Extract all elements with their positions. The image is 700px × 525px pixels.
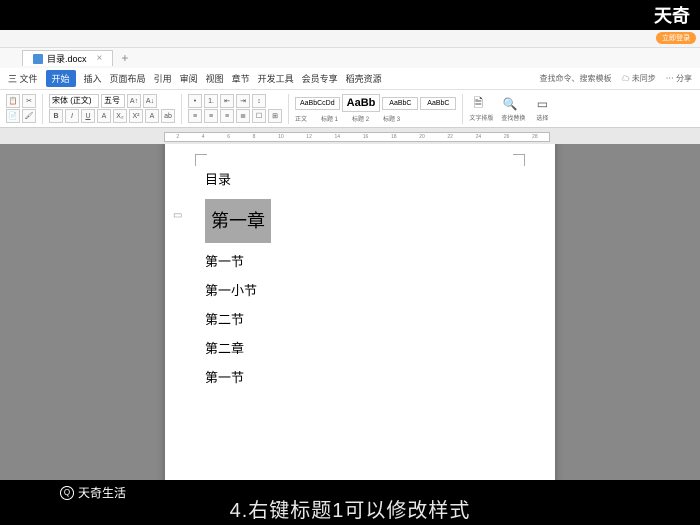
document-content[interactable]: 目录 第一章 第一节 第一小节 第二节 第二章 第一节 (205, 167, 515, 391)
line-spacing-button[interactable]: ↕ (252, 94, 266, 108)
doc-line-selected[interactable]: 第一章 (205, 199, 271, 243)
editing-group: 🗎 文字排版 🔍 查找替换 ▭ 选择 (469, 95, 551, 122)
italic-button[interactable]: I (65, 109, 79, 123)
doc-line[interactable]: 第一节 (205, 365, 515, 391)
font-color-button[interactable]: A (145, 109, 159, 123)
menu-insert[interactable]: 插入 (84, 72, 102, 85)
style-label: 标题 2 (352, 114, 369, 123)
paste-button[interactable]: 📋 (6, 94, 20, 108)
menu-review[interactable]: 审阅 (180, 72, 198, 85)
increase-font-button[interactable]: A↑ (127, 94, 141, 108)
watermark-text: 天奇生活 (78, 484, 126, 501)
outdent-button[interactable]: ⇤ (220, 94, 234, 108)
word-doc-icon (33, 54, 43, 64)
menu-references[interactable]: 引用 (154, 72, 172, 85)
doc-line[interactable]: 第一节 (205, 249, 515, 275)
highlight-button[interactable]: ab (161, 109, 175, 123)
ruler-area: 246810121416182022242628 (0, 128, 700, 144)
sync-status[interactable]: ☁ 未同步 (622, 73, 656, 84)
vip-login-badge[interactable]: 立即登录 (656, 32, 696, 44)
style-heading2[interactable]: AaBbC (382, 97, 418, 110)
document-page[interactable]: ▭ 目录 第一章 第一节 第一小节 第二节 第二章 第一节 (165, 144, 555, 480)
align-justify-button[interactable]: ≣ (236, 109, 250, 123)
doc-line[interactable]: 第二章 (205, 336, 515, 362)
subscript-button[interactable]: X₂ (113, 109, 127, 123)
separator (42, 94, 43, 124)
font-name-select[interactable]: 宋体 (正文) (49, 94, 99, 108)
menu-layout[interactable]: 页面布局 (110, 72, 146, 85)
document-tab[interactable]: 目录.docx × (22, 50, 113, 66)
paragraph-marker-icon: ▭ (173, 210, 182, 221)
select-label: 选择 (533, 113, 551, 122)
indent-button[interactable]: ⇥ (236, 94, 250, 108)
menu-view[interactable]: 视图 (206, 72, 224, 85)
style-normal[interactable]: AaBbCcDd (295, 97, 340, 110)
add-tab-button[interactable]: + (115, 51, 134, 65)
styles-group: AaBbCcDd AaBb AaBbC AaBbC 正文 标题 1 标题 2 标… (295, 94, 456, 123)
strike-button[interactable]: A (97, 109, 111, 123)
clipboard-group: 📋 ✂ 📄 🖌 (6, 94, 36, 123)
style-label: 标题 3 (383, 114, 400, 123)
close-icon[interactable]: × (97, 53, 103, 64)
borders-button[interactable]: ⊞ (268, 109, 282, 123)
margin-corner (513, 154, 525, 166)
document-viewport[interactable]: ▭ 目录 第一章 第一节 第一小节 第二节 第二章 第一节 (0, 144, 700, 480)
text-layout-label: 文字排版 (469, 113, 493, 122)
watermark-icon: Q (60, 486, 74, 500)
doc-line[interactable]: 目录 (205, 167, 515, 193)
separator (462, 94, 463, 124)
cut-button[interactable]: ✂ (22, 94, 36, 108)
text-layout-icon[interactable]: 🗎 (469, 95, 487, 113)
app-titlebar (0, 30, 700, 48)
separator (288, 94, 289, 124)
style-heading1[interactable]: AaBb (342, 94, 381, 112)
align-right-button[interactable]: ≡ (220, 109, 234, 123)
caption-bar: Q 天奇生活 4.右键标题1可以修改样式 (0, 480, 700, 525)
style-label: 标题 1 (321, 114, 338, 123)
select-icon[interactable]: ▭ (533, 95, 551, 113)
document-tab-strip: 目录.docx × + (0, 48, 700, 68)
decrease-font-button[interactable]: A↓ (143, 94, 157, 108)
copy-button[interactable]: 📄 (6, 109, 20, 123)
doc-line[interactable]: 第一小节 (205, 278, 515, 304)
align-left-button[interactable]: ≡ (188, 109, 202, 123)
doc-line[interactable]: 第二节 (205, 307, 515, 333)
style-heading3[interactable]: AaBbC (420, 97, 456, 110)
bold-button[interactable]: B (49, 109, 63, 123)
paragraph-group: • 1. ⇤ ⇥ ↕ ≡ ≡ ≡ ≣ ☐ ⊞ (188, 94, 282, 123)
margin-corner (195, 154, 207, 166)
share-button[interactable]: ⋯ 分享 (666, 73, 692, 84)
menu-right-group: 查找命令、搜索模板 ☁ 未同步 ⋯ 分享 (540, 73, 692, 84)
menu-vip[interactable]: 会员专享 (302, 72, 338, 85)
watermark-brand: Q 天奇生活 (60, 484, 126, 501)
menu-chapter[interactable]: 章节 (232, 72, 250, 85)
find-replace-icon[interactable]: 🔍 (501, 95, 519, 113)
subtitle-text: 4.右键标题1可以修改样式 (230, 494, 471, 523)
align-center-button[interactable]: ≡ (204, 109, 218, 123)
menu-file[interactable]: 三 文件 (8, 72, 38, 85)
brand-logo: 天奇 (654, 2, 690, 28)
main-menu-bar: 三 文件 开始 插入 页面布局 引用 审阅 视图 章节 开发工具 会员专享 稻壳… (0, 68, 700, 90)
menu-devtools[interactable]: 开发工具 (258, 72, 294, 85)
bullets-button[interactable]: • (188, 94, 202, 108)
search-commands[interactable]: 查找命令、搜索模板 (540, 73, 612, 84)
ribbon-toolbar: 📋 ✂ 📄 🖌 宋体 (正文) 五号 A↑ A↓ B I U A X₂ X² A… (0, 90, 700, 128)
horizontal-ruler[interactable]: 246810121416182022242628 (164, 132, 550, 142)
format-painter-button[interactable]: 🖌 (22, 109, 36, 123)
shading-button[interactable]: ☐ (252, 109, 266, 123)
menu-start[interactable]: 开始 (46, 70, 76, 87)
separator (181, 94, 182, 124)
underline-button[interactable]: U (81, 109, 95, 123)
superscript-button[interactable]: X² (129, 109, 143, 123)
top-black-bar: 天奇 (0, 0, 700, 30)
numbering-button[interactable]: 1. (204, 94, 218, 108)
font-group: 宋体 (正文) 五号 A↑ A↓ B I U A X₂ X² A ab (49, 94, 175, 123)
find-replace-label: 查找替换 (501, 113, 525, 122)
style-label: 正文 (295, 114, 307, 123)
document-tab-label: 目录.docx (47, 52, 87, 65)
menu-resources[interactable]: 稻壳资源 (346, 72, 382, 85)
font-size-select[interactable]: 五号 (101, 94, 125, 108)
